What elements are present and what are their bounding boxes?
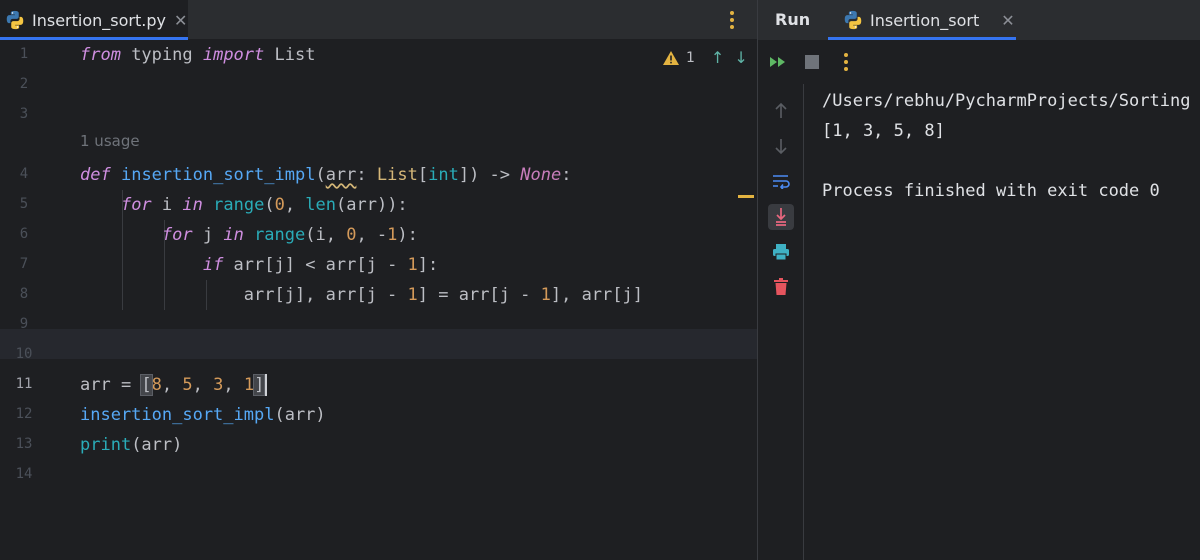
python-icon bbox=[6, 10, 24, 30]
tab-label: Insertion_sort bbox=[870, 10, 980, 30]
warning-count: 1 bbox=[686, 49, 695, 66]
python-icon bbox=[844, 10, 862, 30]
console-output[interactable]: /Users/rebhu/PycharmProjects/Sorting [1,… bbox=[822, 86, 1200, 546]
trash-icon[interactable] bbox=[768, 274, 794, 300]
close-icon[interactable]: ✕ bbox=[174, 11, 187, 30]
code-line-8: arr[j], arr[j - 1] = arr[j - 1], arr[j] bbox=[243, 285, 643, 305]
run-toolbar bbox=[758, 42, 1200, 82]
more-vertical-icon[interactable] bbox=[836, 52, 856, 72]
tab-label: Insertion_sort.py bbox=[32, 10, 166, 30]
code-line-12: insertion_sort_impl(arr) bbox=[80, 405, 326, 425]
text-caret bbox=[265, 374, 268, 396]
code-area[interactable]: from typing import List 1 usage def inse… bbox=[0, 40, 757, 560]
code-line-1: from typing import List bbox=[80, 45, 316, 65]
soft-wrap-icon[interactable] bbox=[768, 168, 794, 194]
console-line: [1, 3, 5, 8] bbox=[822, 121, 945, 141]
code-line-13: print(arr) bbox=[80, 435, 183, 455]
code-line-4: def insertion_sort_impl(arr: List[int]) … bbox=[80, 165, 572, 185]
code-line-11: arr = [8, 5, 3, 1] bbox=[80, 370, 268, 400]
code-line-6: for j in range(i, 0, -1): bbox=[161, 225, 418, 245]
console-line: /Users/rebhu/PycharmProjects/Sorting bbox=[822, 91, 1191, 111]
warning-triangle-icon bbox=[663, 50, 679, 65]
bracket-match: [ bbox=[140, 374, 153, 396]
run-tab-bar: Run Insertion_sort ✕ bbox=[758, 0, 1200, 40]
more-vertical-icon[interactable] bbox=[722, 8, 742, 32]
warning-scroll-marker[interactable] bbox=[738, 195, 754, 198]
param-arr: arr bbox=[325, 165, 357, 185]
code-line-7: if arr[j] < arr[j - 1]: bbox=[202, 255, 439, 275]
arrow-up-icon[interactable] bbox=[768, 98, 794, 124]
editor-pane: Insertion_sort.py ✕ 1 2 3 4 5 6 7 8 9 10… bbox=[0, 0, 757, 560]
arrow-down-icon[interactable] bbox=[768, 133, 794, 159]
rerun-icon[interactable] bbox=[768, 52, 788, 72]
tab-insertion-sort-py[interactable]: Insertion_sort.py ✕ bbox=[0, 0, 188, 40]
tab-insertion-sort-run[interactable]: Insertion_sort ✕ bbox=[828, 0, 1016, 40]
console-side-toolbar bbox=[758, 84, 804, 560]
usage-hint[interactable]: 1 usage bbox=[80, 132, 140, 150]
arrow-down-icon[interactable]: ↓ bbox=[734, 48, 747, 67]
inspection-widget[interactable]: 1 ↑ ↓ bbox=[662, 48, 748, 67]
code-line-5: for i in range(0, len(arr)): bbox=[120, 195, 408, 215]
run-title: Run bbox=[775, 10, 811, 29]
bracket-match: ] bbox=[253, 374, 266, 396]
run-tool-window: Run Insertion_sort ✕ /Users/rebhu/Pychar… bbox=[757, 0, 1200, 560]
scroll-to-end-icon[interactable] bbox=[768, 204, 794, 230]
stop-icon[interactable] bbox=[802, 52, 822, 72]
editor-tab-bar: Insertion_sort.py ✕ bbox=[0, 0, 757, 40]
console-line: Process finished with exit code 0 bbox=[822, 181, 1160, 201]
arrow-up-icon[interactable]: ↑ bbox=[711, 48, 724, 67]
close-icon[interactable]: ✕ bbox=[1001, 11, 1014, 30]
print-icon[interactable] bbox=[768, 239, 794, 265]
